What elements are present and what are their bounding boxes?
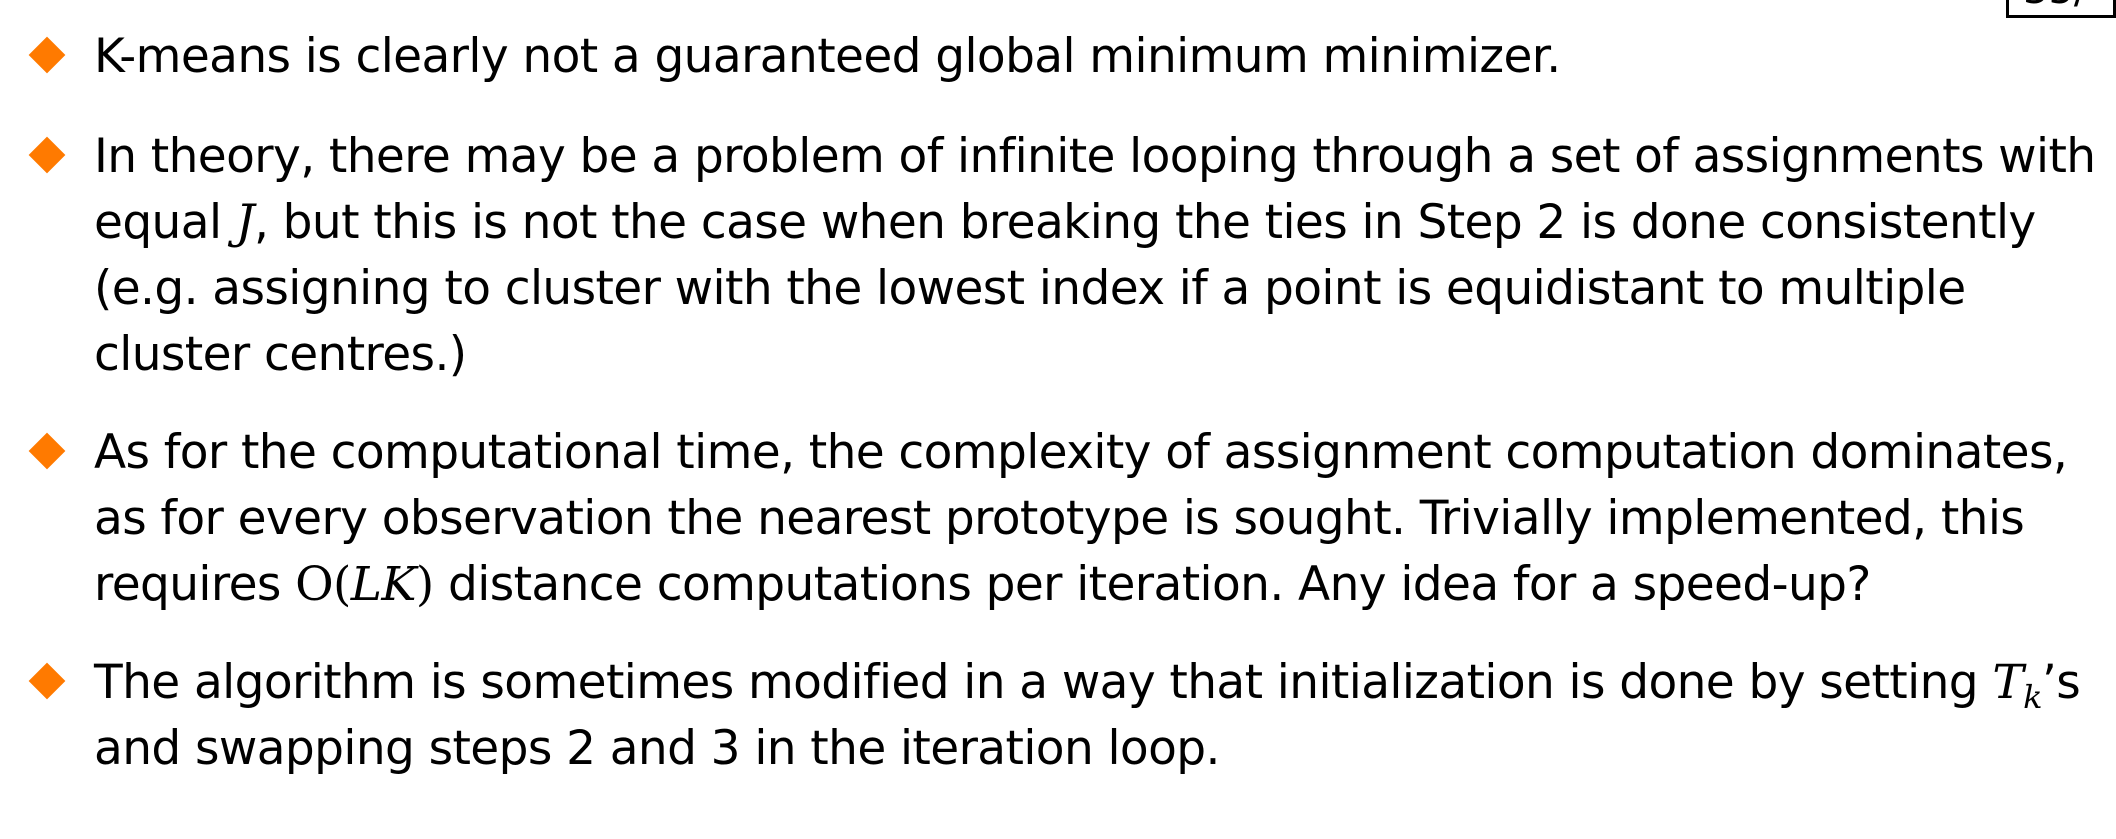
bullet-line: K-means is clearly not a guaranteed glob… — [94, 29, 1561, 84]
bullet-line: requires O(LK) distance computations per… — [94, 552, 2094, 618]
bullet-diamond-icon — [28, 136, 66, 174]
bullet-line: equal J, but this is not the case when b… — [94, 190, 2094, 256]
bullet-diamond-icon — [28, 432, 66, 470]
text-fragment: distance computations per iteration. Any… — [433, 557, 1871, 612]
page-number: 35/ — [2006, 0, 2116, 18]
bullet-line: as for every observation the nearest pro… — [94, 491, 2025, 546]
bullet-text: K-means is clearly not a guaranteed glob… — [94, 24, 2094, 90]
bullet-line: The algorithm is sometimes modified in a… — [94, 650, 2094, 716]
bullet-line: In theory, there may be a problem of inf… — [94, 129, 2096, 184]
bullet-line: (e.g. assigning to cluster with the lowe… — [94, 261, 1966, 316]
math-variable-LK: LK — [350, 557, 417, 612]
bullet-text: In theory, there may be a problem of inf… — [94, 124, 2096, 388]
math-variable-T: T — [1992, 655, 2024, 710]
math-subscript-k: k — [2023, 678, 2042, 716]
math-big-o-open: O( — [295, 557, 351, 612]
text-fragment: ’s — [2041, 655, 2081, 710]
math-variable-J: J — [235, 195, 255, 250]
bullet-text: The algorithm is sometimes modified in a… — [94, 650, 2094, 782]
math-big-o-close: ) — [415, 557, 434, 612]
bullet-diamond-icon — [28, 36, 66, 74]
bullet-line: As for the computational time, the compl… — [94, 425, 2068, 480]
text-fragment: equal — [94, 195, 236, 250]
bullet-diamond-icon — [28, 662, 66, 700]
text-fragment: requires — [94, 557, 296, 612]
bullet-line: cluster centres.) — [94, 327, 467, 382]
bullet-text: As for the computational time, the compl… — [94, 420, 2094, 618]
text-fragment: , but this is not the case when breaking… — [254, 195, 2036, 250]
bullet-line: and swapping steps 2 and 3 in the iterat… — [94, 721, 1220, 776]
text-fragment: The algorithm is sometimes modified in a… — [94, 655, 1993, 710]
